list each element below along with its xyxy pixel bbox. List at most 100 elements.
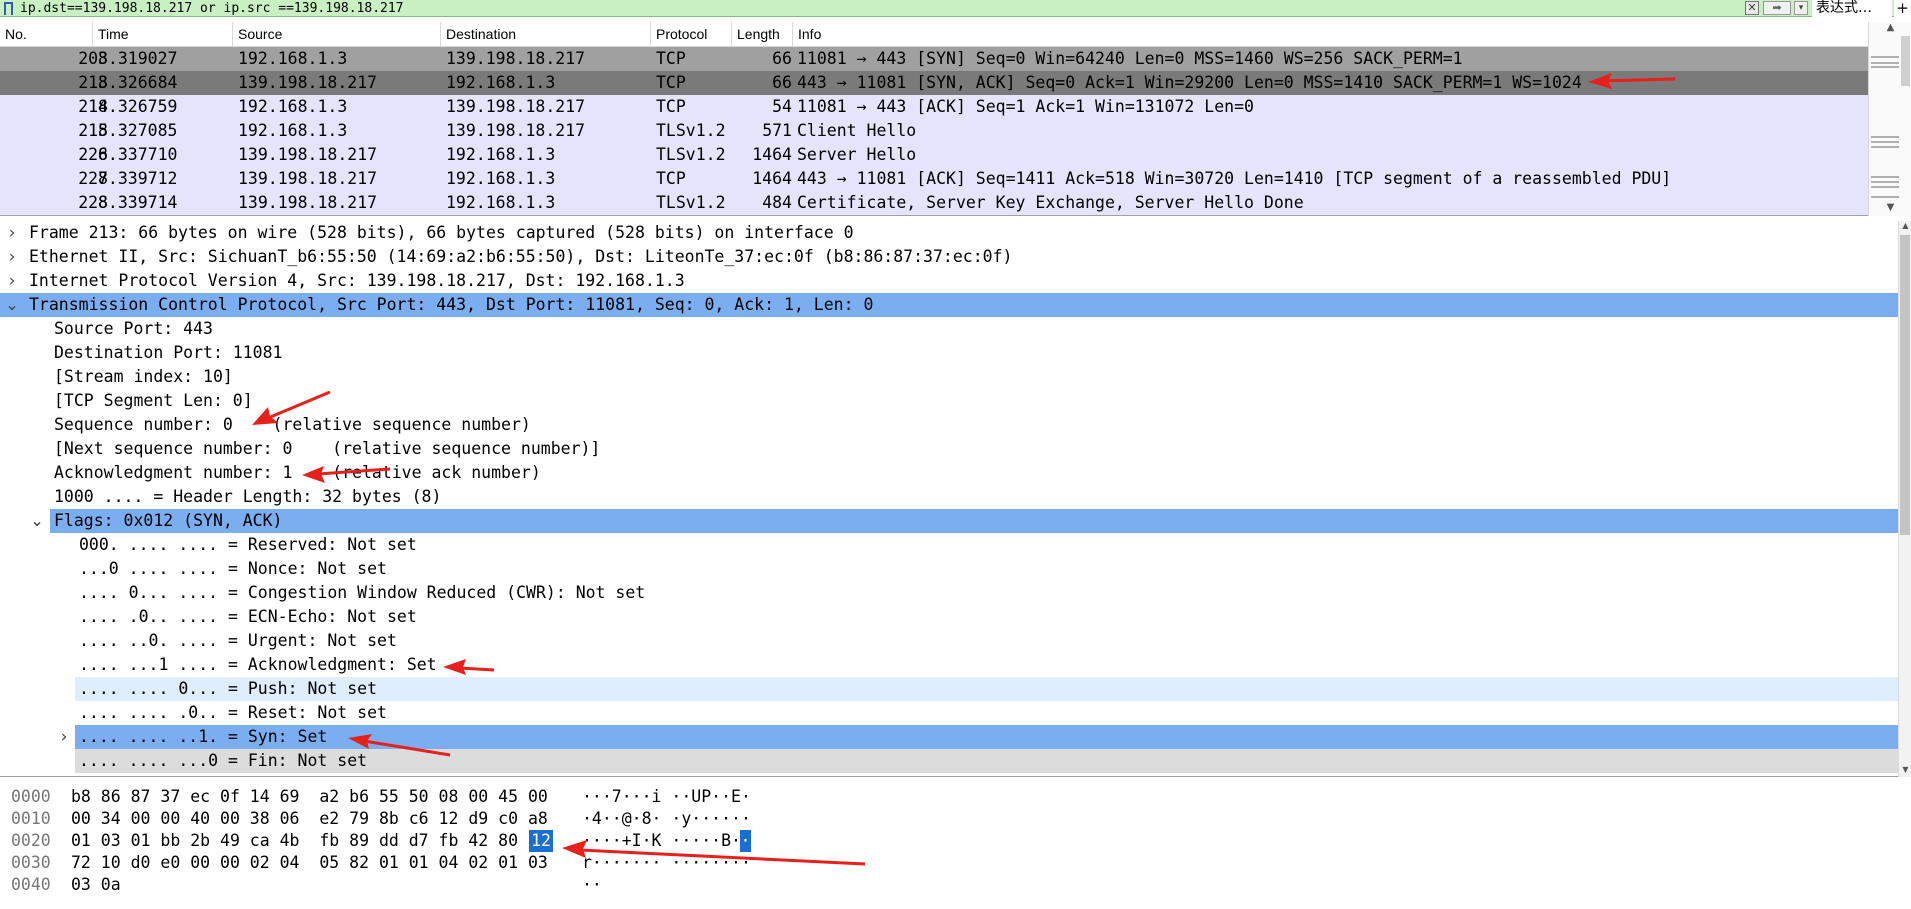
tree-item-flag[interactable]: ...0 .... .... = Nonce: Not set [0,557,1898,581]
display-filter-input[interactable]: ip.dst==139.198.18.217 or ip.src ==139.1… [20,0,404,17]
packet-cell-proto: TLSv1.2 [656,145,726,164]
tree-item-tcp-field[interactable]: Destination Port: 11081 [0,341,1898,365]
packet-cell-info: Certificate, Server Key Exchange, Server… [797,193,1304,212]
hex-offset: 0030 [11,853,51,872]
packet-cell-src: 139.198.18.217 [238,73,378,92]
selected-ascii-char[interactable]: · [740,830,751,852]
hex-bytes[interactable]: b8 86 87 37 ec 0f 14 69 a2 b6 55 50 08 0… [71,786,548,808]
hex-ascii[interactable]: ····+I·K ·····B· [582,830,751,852]
hex-bytes[interactable]: 72 10 d0 e0 00 00 02 04 05 82 01 01 04 0… [71,852,548,874]
column-header-time[interactable]: Time [93,22,233,47]
tree-item-label: Frame 213: 66 bytes on wire (528 bits), … [29,223,854,242]
tree-item-ip[interactable]: › Internet Protocol Version 4, Src: 139.… [0,269,1898,293]
packet-row[interactable]: 213 8.326684 139.198.18.217 192.168.1.3 TCP 6… [0,71,1868,95]
packet-cell-no: 213 [78,73,108,92]
tree-item-flag[interactable]: .... .... 0... = Push: Not set [75,677,1898,701]
packet-row[interactable]: 215 8.327085 192.168.1.3 139.198.18.217 TLSv… [0,119,1868,143]
column-header-destination[interactable]: Destination [441,22,651,47]
tree-item-label: [TCP Segment Len: 0] [54,391,253,410]
tree-item-flag[interactable]: .... .... ..1. = Syn: Set › [61,725,1898,749]
tree-item-frame[interactable]: › Frame 213: 66 bytes on wire (528 bits)… [0,221,1898,245]
tree-item-label: Internet Protocol Version 4, Src: 139.19… [29,271,685,290]
chevron-right-icon[interactable]: › [4,269,20,293]
tree-item-flag[interactable]: .... .... .0.. = Reset: Not set [0,701,1898,725]
tree-item-tcp-field[interactable]: Source Port: 443 [0,317,1898,341]
packet-row[interactable]: 226 8.337710 139.198.18.217 192.168.1.3 TLSv… [0,143,1868,167]
packet-row[interactable]: 214 8.326759 192.168.1.3 139.198.18.217 TCP 5… [0,95,1868,119]
packet-row[interactable]: 203 8.319027 192.168.1.3 139.198.18.217 TCP 6… [0,47,1868,71]
tree-item-tcp-field[interactable]: [Next sequence number: 0 (relative seque… [0,437,1898,461]
scroll-thumb[interactable] [1901,36,1910,86]
details-scrollbar[interactable]: ▲ ▼ [1898,221,1911,777]
hex-bytes[interactable]: 01 03 01 bb 2b 49 ca 4b fb 89 dd d7 fb 4… [71,830,548,852]
packet-row[interactable]: 227 8.339712 139.198.18.217 192.168.1.3 TCP 1… [0,167,1868,191]
tree-item-tcp-field[interactable]: Acknowledgment number: 1 (relative ack n… [0,461,1898,485]
scroll-down-icon[interactable]: ▼ [1899,765,1911,777]
chevron-down-icon[interactable]: ⌄ [29,509,45,533]
display-filter-bar[interactable]: ip.dst==139.198.18.217 or ip.src ==139.1… [0,0,1911,17]
bookmark-icon[interactable] [4,2,13,15]
scroll-down-icon[interactable]: ▼ [1869,202,1911,216]
hex-bytes[interactable]: 03 0a [71,874,121,896]
packet-cell-src: 192.168.1.3 [238,97,348,116]
tree-item-flags[interactable]: Flags: 0x012 (SYN, ACK) [50,509,1898,533]
packet-cell-proto: TCP [656,169,686,188]
packet-row[interactable]: 228 8.339714 139.198.18.217 192.168.1.3 TLSv… [0,191,1868,215]
tree-item-flag[interactable]: .... .... ...0 = Fin: Not set [75,749,1898,773]
scroll-thumb[interactable] [1900,235,1910,535]
tree-item-label: .... .... ..1. = Syn: Set [79,727,328,746]
tree-item-tcp-field[interactable]: 1000 .... = Header Length: 32 bytes (8) [0,485,1898,509]
apply-filter-icon[interactable]: ➡ [1763,1,1791,15]
packet-list: No. Time Source Destination Protocol Len… [0,22,1911,216]
tree-item-label: [Stream index: 10] [54,367,233,386]
column-header-length[interactable]: Length [732,22,793,47]
tree-item-flag[interactable]: .... ...1 .... = Acknowledgment: Set [0,653,1898,677]
tree-item-flag[interactable]: 000. .... .... = Reserved: Not set [0,533,1898,557]
tree-item-tcp[interactable]: ⌄ Transmission Control Protocol, Src Por… [0,293,1898,317]
packet-list-scrollbar[interactable]: ▲ ▼ [1868,22,1911,216]
tree-item-flag[interactable]: .... ..0. .... = Urgent: Not set [0,629,1898,653]
filter-history-dropdown[interactable]: ▾ [1794,1,1808,15]
hex-ascii[interactable]: r······· ········ [582,852,751,874]
tree-item-label: .... 0... .... = Congestion Window Reduc… [79,583,646,602]
tree-item-flag[interactable]: .... 0... .... = Congestion Window Reduc… [0,581,1898,605]
add-filter-button[interactable]: + [1894,0,1911,17]
scroll-up-icon[interactable]: ▲ [1869,22,1911,36]
packet-cell-len: 66 [772,49,792,68]
clear-filter-icon[interactable]: ✕ [1745,1,1759,15]
packet-cell-src: 139.198.18.217 [238,145,378,164]
tree-item-label: .... .... ...0 = Fin: Not set [79,751,368,770]
column-header-no[interactable]: No. [0,22,93,47]
packet-cell-no: 215 [78,121,108,140]
packet-cell-proto: TCP [656,49,686,68]
tree-item-tcp-field[interactable]: [Stream index: 10] [0,365,1898,389]
hex-ascii[interactable]: ·4··@·8· ·y······ [582,808,751,830]
packet-cell-time: 8.326684 [98,73,178,92]
expression-button[interactable]: 表达式… [1812,0,1892,17]
packet-cell-no: 214 [78,97,108,116]
chevron-down-icon[interactable]: ⌄ [4,293,20,317]
column-header-protocol[interactable]: Protocol [651,22,732,47]
hex-bytes[interactable]: 00 34 00 00 40 00 38 06 e2 79 8b c6 12 d… [71,808,548,830]
tree-item-tcp-field[interactable]: [TCP Segment Len: 0] [0,389,1898,413]
chevron-right-icon[interactable]: › [4,245,20,269]
tree-item-tcp-field[interactable]: Sequence number: 0 (relative sequence nu… [0,413,1898,437]
hex-offset: 0040 [11,875,51,894]
column-header-info[interactable]: Info [793,22,1868,47]
scroll-up-icon[interactable]: ▲ [1899,221,1911,233]
tree-item-ethernet[interactable]: › Ethernet II, Src: SichuanT_b6:55:50 (1… [0,245,1898,269]
hex-offset: 0020 [11,831,51,850]
tree-item-label: ...0 .... .... = Nonce: Not set [79,559,387,578]
packet-cell-dst: 139.198.18.217 [446,49,586,68]
chevron-right-icon[interactable]: › [4,221,20,245]
packet-cell-dst: 139.198.18.217 [446,97,586,116]
tree-item-label: .... ..0. .... = Urgent: Not set [79,631,397,650]
tree-item-flag[interactable]: .... .0.. .... = ECN-Echo: Not set [0,605,1898,629]
column-header-source[interactable]: Source [233,22,441,47]
selected-byte[interactable]: 12 [529,830,553,852]
hex-ascii[interactable]: ·· [582,874,602,896]
hex-ascii[interactable]: ···7···i ··UP··E· [582,786,751,808]
hex-offset: 0000 [11,787,51,806]
chevron-right-icon[interactable]: › [56,725,72,749]
packet-cell-src: 139.198.18.217 [238,169,378,188]
